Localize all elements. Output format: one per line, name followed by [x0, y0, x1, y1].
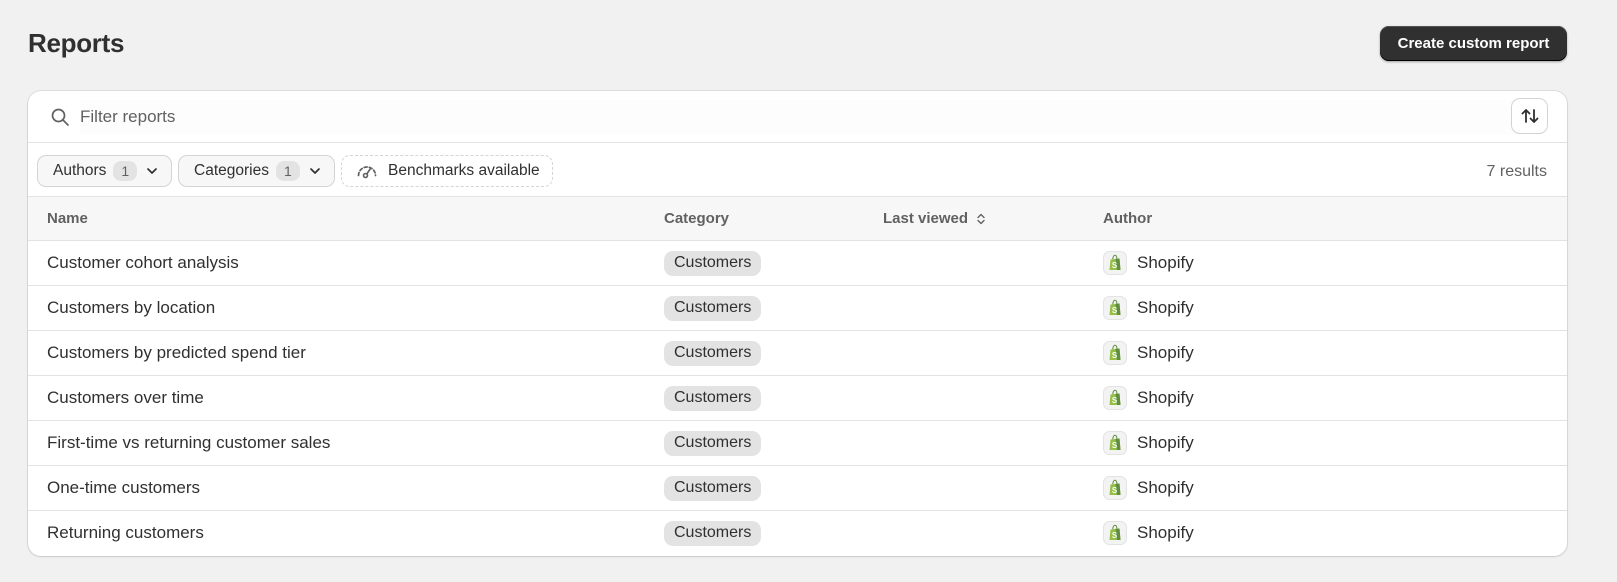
- svg-text:S: S: [1112, 531, 1118, 540]
- shopify-logo-icon: S: [1103, 341, 1127, 365]
- report-author: S Shopify: [1103, 466, 1567, 511]
- shopify-logo-icon: S: [1103, 251, 1127, 275]
- chevron-down-icon: [309, 168, 320, 174]
- reports-card: Authors 1 Categories 1 Benchmarks availa…: [28, 91, 1567, 556]
- shopify-logo-icon: S: [1103, 386, 1127, 410]
- categories-filter[interactable]: Categories 1: [178, 155, 335, 187]
- report-last-viewed: [883, 286, 1103, 331]
- report-author: S Shopify: [1103, 376, 1567, 421]
- column-header-category[interactable]: Category: [664, 196, 883, 241]
- reports-table: Name Category Last viewed Author Custome…: [28, 196, 1567, 556]
- category-badge: Customers: [664, 430, 762, 456]
- report-category: Customers: [664, 466, 883, 511]
- author-name: Shopify: [1137, 523, 1194, 543]
- svg-text:S: S: [1112, 261, 1118, 270]
- benchmarks-filter-label: Benchmarks available: [388, 162, 540, 179]
- sort-arrows-icon: [1521, 109, 1538, 123]
- svg-text:S: S: [1112, 351, 1118, 360]
- report-last-viewed: [883, 331, 1103, 376]
- report-author: S Shopify: [1103, 421, 1567, 466]
- report-last-viewed: [883, 241, 1103, 286]
- author-name: Shopify: [1137, 343, 1194, 362]
- report-name[interactable]: First-time vs returning customer sales: [28, 421, 664, 466]
- report-name[interactable]: One-time customers: [28, 466, 664, 511]
- report-last-viewed: [883, 511, 1103, 556]
- report-category: Customers: [664, 511, 883, 556]
- shopify-logo-icon: S: [1103, 431, 1127, 455]
- category-badge: Customers: [664, 340, 762, 366]
- category-badge: Customers: [664, 475, 762, 501]
- filter-reports-input[interactable]: [80, 100, 1520, 134]
- shopify-logo-icon: S: [1103, 296, 1127, 320]
- filter-bar: Authors 1 Categories 1 Benchmarks availa…: [28, 143, 1567, 196]
- authors-filter-count: 1: [113, 161, 138, 181]
- sort-button[interactable]: [1512, 99, 1547, 133]
- create-custom-report-button[interactable]: Create custom report: [1380, 26, 1567, 61]
- authors-filter-label: Authors: [53, 162, 107, 179]
- svg-text:S: S: [1112, 396, 1118, 405]
- authors-filter[interactable]: Authors 1: [37, 155, 173, 187]
- last-viewed-label: Last viewed: [883, 210, 969, 227]
- shopify-logo-icon: S: [1103, 476, 1127, 500]
- svg-text:S: S: [1112, 306, 1118, 315]
- category-badge: Customers: [664, 385, 762, 411]
- report-category: Customers: [664, 286, 883, 331]
- svg-text:S: S: [1112, 441, 1118, 450]
- author-name: Shopify: [1137, 388, 1194, 407]
- sort-indicator-icon: [977, 213, 985, 225]
- report-category: Customers: [664, 421, 883, 466]
- table-header-row: Name Category Last viewed Author: [28, 196, 1567, 241]
- results-count: 7 results: [1486, 163, 1547, 180]
- category-badge: Customers: [664, 250, 762, 276]
- search-bar: [28, 91, 1567, 143]
- report-name[interactable]: Customers over time: [28, 376, 664, 421]
- report-last-viewed: [883, 376, 1103, 421]
- column-header-last-viewed[interactable]: Last viewed: [883, 196, 1103, 241]
- report-author: S Shopify: [1103, 331, 1567, 376]
- report-category: Customers: [664, 376, 883, 421]
- table-row[interactable]: Customers over time Customers S Shopify: [28, 376, 1567, 421]
- categories-filter-label: Categories: [194, 162, 269, 179]
- chevron-down-icon: [147, 168, 158, 174]
- category-badge: Customers: [664, 520, 762, 546]
- svg-text:S: S: [1112, 486, 1118, 495]
- author-name: Shopify: [1137, 253, 1194, 272]
- report-last-viewed: [883, 421, 1103, 466]
- search-icon: [51, 108, 69, 126]
- categories-filter-count: 1: [275, 161, 300, 181]
- gauge-icon: [357, 166, 377, 179]
- report-name[interactable]: Customers by location: [28, 286, 664, 331]
- report-name[interactable]: Returning customers: [28, 511, 664, 556]
- author-name: Shopify: [1137, 298, 1194, 317]
- author-name: Shopify: [1137, 433, 1194, 452]
- column-header-author[interactable]: Author: [1103, 196, 1567, 241]
- category-badge: Customers: [664, 295, 762, 321]
- report-author: S Shopify: [1103, 241, 1567, 286]
- report-category: Customers: [664, 331, 883, 376]
- table-row[interactable]: First-time vs returning customer sales Cu…: [28, 421, 1567, 466]
- report-category: Customers: [664, 241, 883, 286]
- report-author: S Shopify: [1103, 286, 1567, 331]
- page-title: Reports: [28, 28, 125, 58]
- table-row[interactable]: Customers by location Customers S Shopify: [28, 286, 1567, 331]
- table-row[interactable]: Returning customers Customers S Shopify: [28, 511, 1567, 556]
- report-name[interactable]: Customers by predicted spend tier: [28, 331, 664, 376]
- table-row[interactable]: Customers by predicted spend tier Custome…: [28, 331, 1567, 376]
- report-name[interactable]: Customer cohort analysis: [28, 241, 664, 286]
- table-row[interactable]: One-time customers Customers S Shopify: [28, 466, 1567, 511]
- shopify-logo-icon: S: [1103, 521, 1127, 546]
- table-row[interactable]: Customer cohort analysis Customers S Shopif…: [28, 241, 1567, 286]
- report-last-viewed: [883, 466, 1103, 511]
- benchmarks-filter[interactable]: Benchmarks available: [341, 155, 553, 187]
- author-name: Shopify: [1137, 478, 1194, 497]
- column-header-name[interactable]: Name: [28, 196, 664, 241]
- report-author: S Shopify: [1103, 511, 1567, 556]
